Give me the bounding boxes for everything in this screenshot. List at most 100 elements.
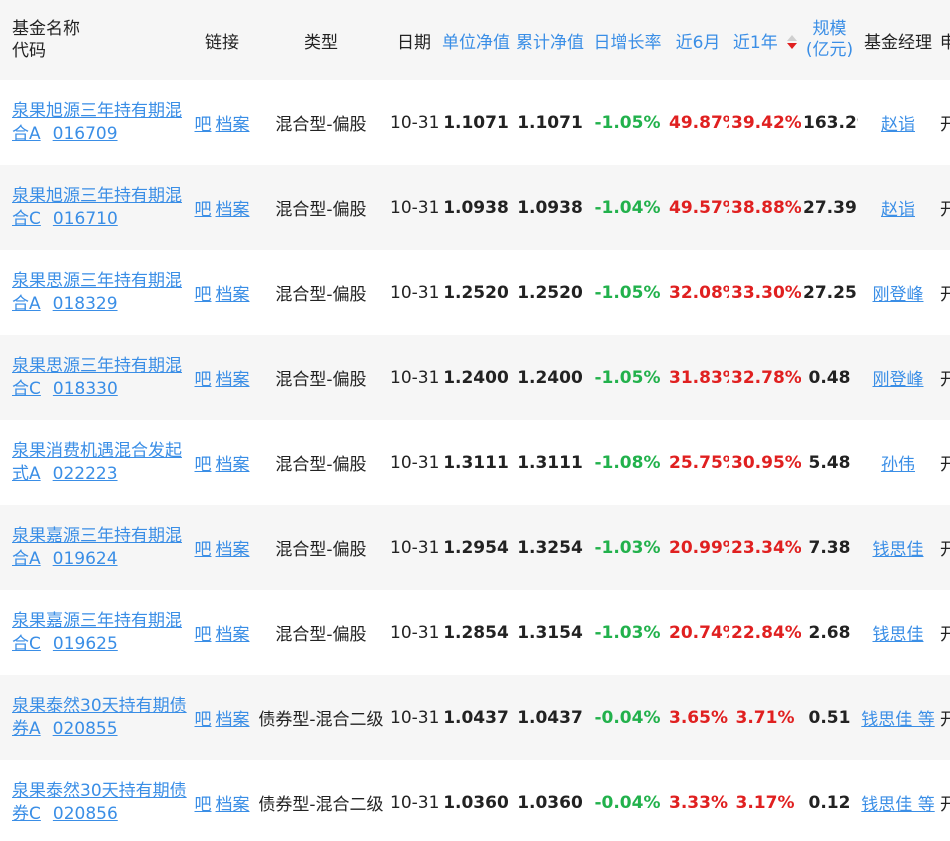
return-1y: 32.78% — [731, 367, 801, 388]
fund-code-link[interactable]: 018329 — [53, 294, 118, 314]
fund-bar-link[interactable]: 吧 — [195, 200, 212, 220]
fund-archive-link[interactable]: 档案 — [216, 710, 250, 730]
fund-type: 混合型-偏股 — [275, 115, 367, 135]
links-cell: 吧档案 — [190, 80, 254, 165]
fund-archive-link[interactable]: 档案 — [216, 795, 250, 815]
fund-name-cell: 泉果旭源三年持有期混合C 016710 — [0, 165, 190, 250]
fund-bar-link[interactable]: 吧 — [195, 455, 212, 475]
fund-bar-link[interactable]: 吧 — [195, 625, 212, 645]
links-cell: 吧档案 — [190, 590, 254, 675]
daily-growth: -1.03% — [594, 622, 661, 643]
fund-code-link[interactable]: 020855 — [53, 719, 118, 739]
manager-link[interactable]: 刚登峰 — [873, 370, 924, 390]
daily-growth: -1.05% — [594, 282, 661, 303]
return-1y: 33.30% — [731, 282, 801, 303]
return-6m: 3.65% — [669, 707, 728, 728]
fund-code-link[interactable]: 016709 — [53, 124, 118, 144]
header-scale-label: 规模 — [812, 19, 847, 39]
manager-link[interactable]: 钱思佳 等 — [861, 795, 934, 815]
table-row: 泉果消费机遇混合发起式A 022223 吧档案 混合型-偏股 10-31 1.31… — [0, 420, 950, 505]
purchase-status: 开 — [940, 710, 950, 730]
purchase-status: 开 — [940, 540, 950, 560]
links-cell: 吧档案 — [190, 250, 254, 335]
fund-bar-link[interactable]: 吧 — [195, 795, 212, 815]
header-name-label: 基金名称 — [12, 19, 80, 39]
nav-date: 10-31 — [390, 367, 440, 388]
fund-name-cell: 泉果旭源三年持有期混合A 016709 — [0, 80, 190, 165]
return-6m: 32.08% — [669, 282, 729, 303]
manager-link[interactable]: 赵诣 — [881, 200, 915, 220]
purchase-status: 开 — [940, 370, 950, 390]
header-scale[interactable]: 规模 (亿元) — [801, 0, 858, 80]
sort-desc-icon — [787, 34, 798, 49]
fund-code-link[interactable]: 019624 — [53, 549, 118, 569]
manager-link[interactable]: 赵诣 — [881, 115, 915, 135]
table-row: 泉果泰然30天持有期债券C 020856 吧档案 债券型-混合二级 10-31 1… — [0, 760, 950, 841]
header-daily-growth[interactable]: 日增长率 — [588, 0, 667, 80]
fund-code-link[interactable]: 016710 — [53, 209, 118, 229]
header-unit-nav[interactable]: 单位净值 — [440, 0, 512, 80]
fund-archive-link[interactable]: 档案 — [216, 200, 250, 220]
unit-nav: 1.0938 — [443, 197, 509, 218]
fund-archive-link[interactable]: 档案 — [216, 455, 250, 475]
header-manager: 基金经理 — [864, 32, 932, 53]
fund-archive-link[interactable]: 档案 — [216, 625, 250, 645]
unit-nav: 1.2854 — [443, 622, 509, 643]
daily-growth: -1.03% — [594, 537, 661, 558]
header-link: 链接 — [205, 32, 239, 53]
header-cum-nav[interactable]: 累计净值 — [512, 0, 588, 80]
unit-nav: 1.1071 — [443, 112, 509, 133]
fund-size: 0.51 — [808, 707, 851, 728]
fund-code-link[interactable]: 019625 — [53, 634, 118, 654]
header-1y-sort[interactable]: 近1年 — [729, 0, 801, 80]
cum-nav: 1.1071 — [517, 112, 583, 133]
fund-size: 5.48 — [808, 452, 851, 473]
manager-link[interactable]: 钱思佳 等 — [861, 710, 934, 730]
fund-bar-link[interactable]: 吧 — [195, 370, 212, 390]
daily-growth: -1.05% — [594, 367, 661, 388]
links-cell: 吧档案 — [190, 420, 254, 505]
fund-archive-link[interactable]: 档案 — [216, 540, 250, 560]
header-date: 日期 — [397, 32, 431, 53]
cum-nav: 1.2520 — [517, 282, 583, 303]
purchase-status: 开 — [940, 625, 950, 645]
fund-archive-link[interactable]: 档案 — [216, 115, 250, 135]
fund-code-link[interactable]: 022223 — [53, 464, 118, 484]
fund-type: 混合型-偏股 — [275, 625, 367, 645]
fund-bar-link[interactable]: 吧 — [195, 285, 212, 305]
table-row: 泉果旭源三年持有期混合A 016709 吧档案 混合型-偏股 10-31 1.10… — [0, 80, 950, 165]
manager-link[interactable]: 钱思佳 — [873, 540, 924, 560]
return-1y: 3.71% — [735, 707, 795, 728]
fund-bar-link[interactable]: 吧 — [195, 115, 212, 135]
manager-link[interactable]: 孙伟 — [881, 455, 915, 475]
manager-link[interactable]: 刚登峰 — [873, 285, 924, 305]
fund-size: 2.68 — [808, 622, 851, 643]
links-cell: 吧档案 — [190, 505, 254, 590]
links-cell: 吧档案 — [190, 675, 254, 760]
fund-code-link[interactable]: 020856 — [53, 804, 118, 824]
fund-bar-link[interactable]: 吧 — [195, 540, 212, 560]
return-1y: 23.34% — [731, 537, 801, 558]
return-6m: 49.57% — [669, 197, 729, 218]
header-6m[interactable]: 近6月 — [667, 0, 729, 80]
return-1y: 30.95% — [731, 452, 801, 473]
purchase-status: 开 — [940, 115, 950, 135]
fund-archive-link[interactable]: 档案 — [216, 370, 250, 390]
fund-type: 债券型-混合二级 — [258, 795, 384, 815]
links-cell: 吧档案 — [190, 335, 254, 420]
manager-cell: 钱思佳 等 — [858, 760, 938, 841]
return-6m: 20.99% — [669, 537, 729, 558]
purchase-status: 开 — [940, 200, 950, 220]
fund-archive-link[interactable]: 档案 — [216, 285, 250, 305]
manager-cell: 钱思佳 — [858, 590, 938, 675]
fund-type: 混合型-偏股 — [275, 200, 367, 220]
header-extra: 申 — [940, 32, 950, 53]
cum-nav: 1.0938 — [517, 197, 583, 218]
fund-list-page: 基金名称 代码 链接 类型 日期 单位净值 累计净值 日增长率 近6月 近1年 … — [0, 0, 950, 841]
unit-nav: 1.2520 — [443, 282, 509, 303]
fund-code-link[interactable]: 018330 — [53, 379, 118, 399]
fund-bar-link[interactable]: 吧 — [195, 710, 212, 730]
fund-table: 基金名称 代码 链接 类型 日期 单位净值 累计净值 日增长率 近6月 近1年 … — [0, 0, 950, 841]
manager-link[interactable]: 钱思佳 — [873, 625, 924, 645]
return-1y: 22.84% — [731, 622, 801, 643]
